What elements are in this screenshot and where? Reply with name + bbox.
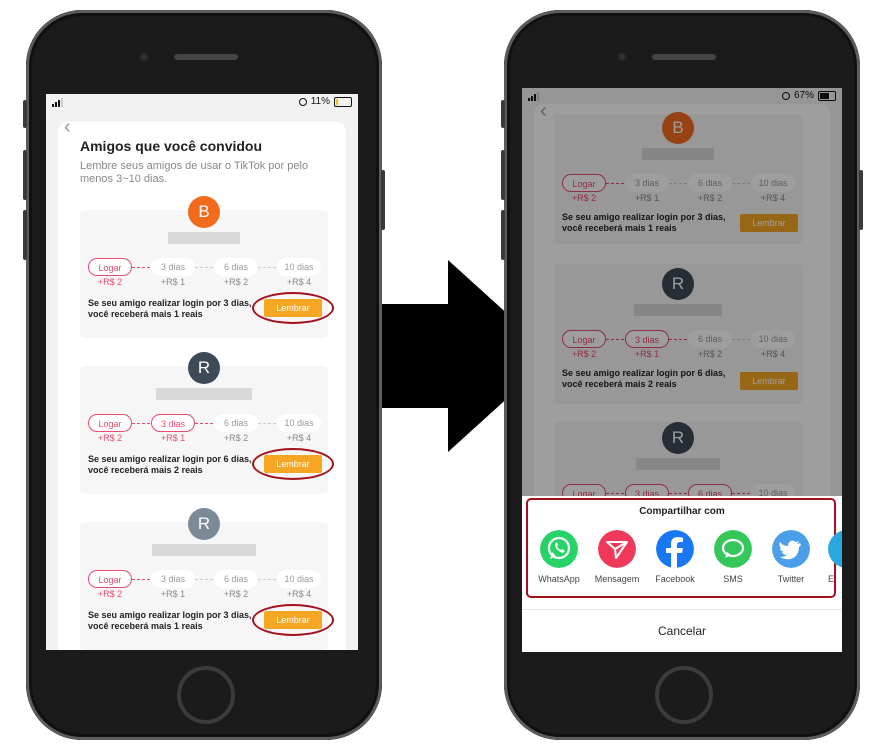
reward-3-dias: +R$ 1	[160, 433, 186, 443]
twitter-icon	[772, 530, 810, 568]
share-label: SMS	[723, 574, 743, 584]
share-label: Mensagem	[594, 574, 640, 584]
invited-friends-panel: ‹ Amigos que você convidou Lembre seus a…	[58, 116, 346, 650]
home-button[interactable]	[177, 666, 235, 724]
friend-name-redacted	[156, 388, 252, 400]
avatar: B	[188, 196, 220, 228]
message-send-icon	[598, 530, 636, 568]
mute-switch	[23, 100, 27, 128]
cancel-button[interactable]: Cancelar	[522, 609, 842, 652]
friend-name-redacted	[152, 544, 256, 556]
left-screen: 11% ‹ Amigos que você convidou Lembre se…	[46, 94, 358, 650]
left-phone: 11% ‹ Amigos que você convidou Lembre se…	[23, 10, 385, 740]
whatsapp-icon	[540, 530, 578, 568]
earpiece-speaker	[652, 54, 716, 60]
step-logar: Logar	[88, 414, 132, 432]
signal-icon	[52, 98, 63, 107]
reward-logar: +R$ 2	[97, 589, 123, 599]
reward-6-dias: +R$ 2	[223, 277, 249, 287]
page-subtitle: Lembre seus amigos de usar o TikTok por …	[80, 160, 309, 185]
right-screen: 67% ‹ B Logar 3 dias 6 dias 10 dias +R$ …	[522, 88, 842, 652]
card-message: Se seu amigo realizar login por 3 dias, …	[88, 298, 252, 319]
reward-logar: +R$ 2	[97, 433, 123, 443]
volume-up-button	[501, 150, 505, 200]
reward-10-dias: +R$ 4	[286, 277, 312, 287]
friend-card: R Logar 3 dias 6 dias 10 dias +R$ 2 +R$ …	[80, 352, 334, 494]
facebook-icon	[656, 530, 694, 568]
front-camera	[139, 52, 149, 62]
share-label: Facebook	[655, 574, 695, 584]
friend-name-redacted	[168, 232, 240, 244]
highlight-ring	[252, 292, 334, 324]
power-button	[859, 170, 863, 230]
avatar: R	[188, 352, 220, 384]
reward-6-dias: +R$ 2	[223, 589, 249, 599]
reward-10-dias: +R$ 4	[286, 589, 312, 599]
step-6-dias: 6 dias	[214, 570, 258, 588]
earpiece-speaker	[174, 54, 238, 60]
step-logar: Logar	[88, 258, 132, 276]
highlight-ring	[252, 448, 334, 480]
card-message: Se seu amigo realizar login por 3 dias, …	[88, 610, 252, 631]
mute-switch	[501, 100, 505, 128]
card-message: Se seu amigo realizar login por 6 dias, …	[88, 454, 252, 475]
page-title: Amigos que você convidou	[80, 138, 263, 154]
battery-percent: 11%	[310, 96, 330, 107]
reward-3-dias: +R$ 1	[160, 277, 186, 287]
step-6-dias: 6 dias	[214, 414, 258, 432]
home-button[interactable]	[655, 666, 713, 724]
battery-icon	[334, 96, 352, 107]
reward-6-dias: +R$ 2	[223, 433, 249, 443]
share-sheet: Compartilhar com WhatsApp Mensagem Faceb…	[522, 496, 842, 652]
share-label: E	[828, 574, 835, 584]
orientation-lock-icon	[298, 97, 307, 106]
volume-up-button	[23, 150, 27, 200]
step-logar: Logar	[88, 570, 132, 588]
step-10-dias: 10 dias	[277, 570, 321, 588]
reward-10-dias: +R$ 4	[286, 433, 312, 443]
step-10-dias: 10 dias	[277, 258, 321, 276]
power-button	[381, 170, 385, 230]
step-3-dias: 3 dias	[151, 258, 195, 276]
step-10-dias: 10 dias	[277, 414, 321, 432]
avatar: R	[188, 508, 220, 540]
friend-card: B Logar 3 dias 6 dias 10 dias +R$ 2 +R$ …	[80, 196, 334, 338]
share-title: Compartilhar com	[639, 506, 725, 517]
status-bar: 11%	[46, 94, 358, 110]
friend-card: R Logar 3 dias 6 dias 10 dias +R$ 2 +R$ …	[80, 508, 334, 650]
right-phone: 67% ‹ B Logar 3 dias 6 dias 10 dias +R$ …	[501, 10, 863, 740]
front-camera	[617, 52, 627, 62]
share-label: Twitter	[777, 574, 805, 584]
share-label: WhatsApp	[538, 574, 580, 584]
reward-3-dias: +R$ 1	[160, 589, 186, 599]
step-6-dias: 6 dias	[214, 258, 258, 276]
sms-icon	[714, 530, 752, 568]
step-3-dias: 3 dias	[151, 414, 195, 432]
back-chevron-icon[interactable]: ‹	[64, 116, 71, 139]
volume-down-button	[501, 210, 505, 260]
reward-logar: +R$ 2	[97, 277, 123, 287]
volume-down-button	[23, 210, 27, 260]
step-3-dias: 3 dias	[151, 570, 195, 588]
highlight-ring	[252, 604, 334, 636]
